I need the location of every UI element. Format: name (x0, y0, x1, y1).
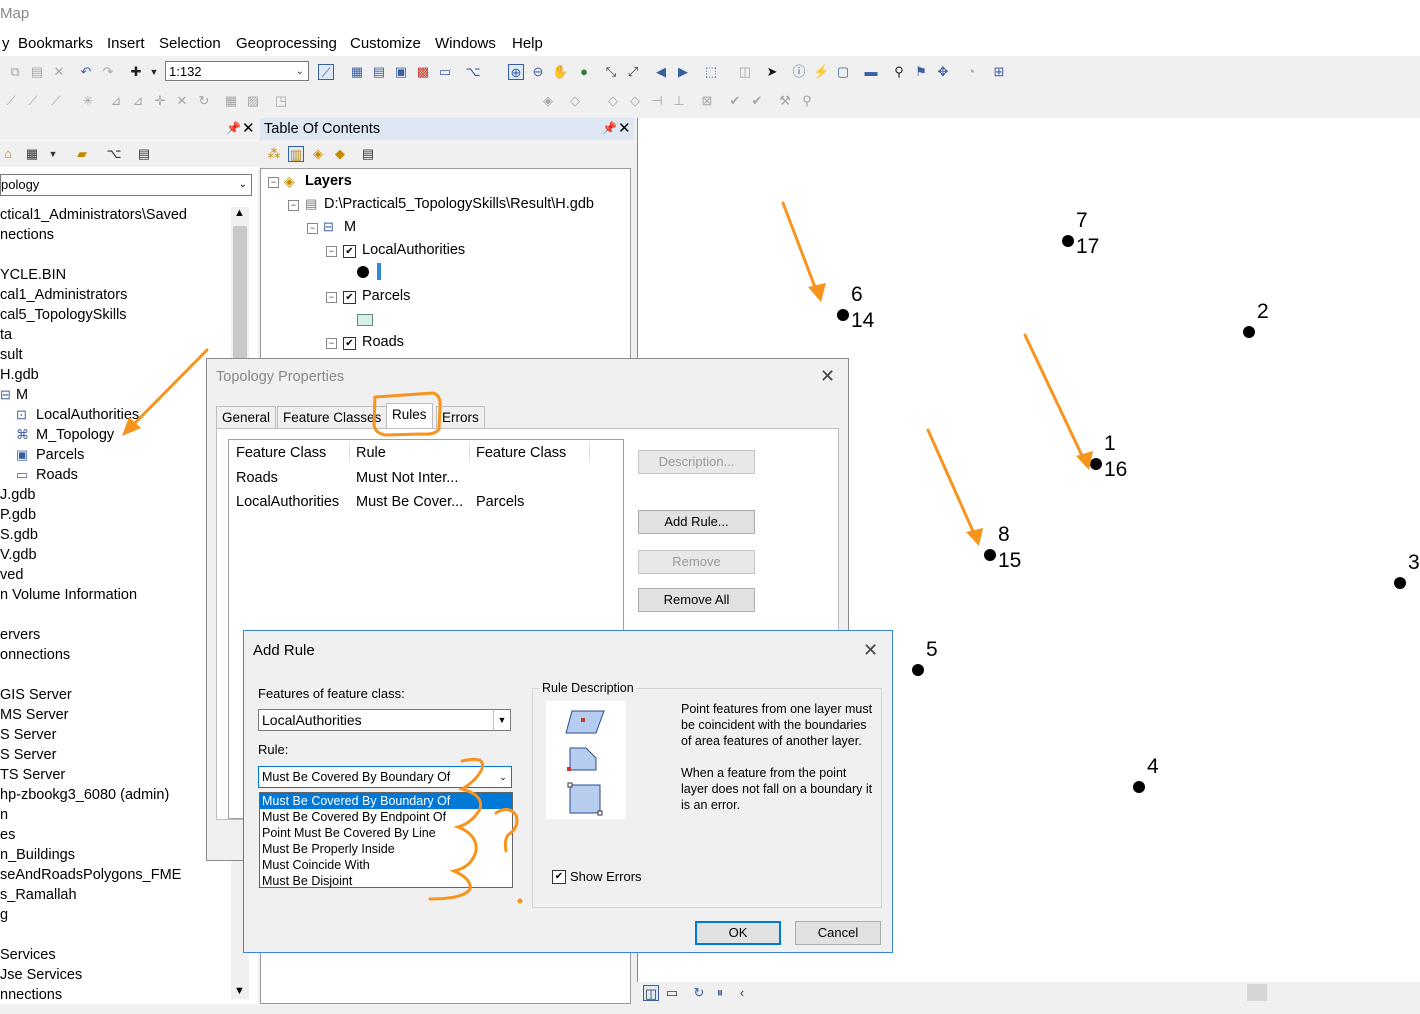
annotation-rules-highlight (372, 391, 442, 437)
rule-description-paragraph: When a feature from the point layer does… (681, 766, 873, 812)
close-icon[interactable]: ✕ (820, 366, 835, 387)
ok-button[interactable]: OK (695, 921, 781, 945)
arrowhead (1076, 451, 1093, 470)
rule-row-2-class[interactable]: LocalAuthorities (236, 494, 339, 510)
close-icon[interactable]: ✕ (863, 640, 878, 661)
show-errors-label[interactable]: Show Errors (570, 869, 642, 884)
features-label: Features of feature class: (258, 686, 405, 701)
annotation-arrow (1023, 333, 1087, 464)
remove-all-button[interactable]: Remove All (638, 588, 755, 612)
column-header-rule[interactable]: Rule (356, 445, 386, 461)
column-header-feature-class-2[interactable]: Feature Class (476, 445, 566, 461)
annotation-question-scribble (428, 757, 523, 904)
annotation-arrow (926, 428, 978, 540)
annotation-arrow (128, 348, 209, 430)
add-rule-button[interactable]: Add Rule... (638, 510, 755, 534)
column-divider[interactable] (469, 442, 470, 462)
rule-value: Must Be Covered By Boundary Of (262, 770, 451, 784)
rule-row-2-rule[interactable]: Must Be Cover... (356, 494, 463, 510)
arrowhead (808, 283, 826, 302)
description-button[interactable]: Description... (638, 450, 755, 474)
add-rule-dialog: Add Rule ✕ Features of feature class: Lo… (243, 630, 893, 953)
rule-description-text: Point features from one layer must be co… (681, 701, 876, 813)
column-divider[interactable] (589, 442, 590, 462)
chevron-down-icon[interactable]: ▼ (493, 710, 510, 730)
rule-row-2-class-2[interactable]: Parcels (476, 494, 524, 510)
rule-row-1-rule[interactable]: Must Not Inter... (356, 470, 458, 486)
tab-general[interactable]: General (216, 406, 277, 428)
annotation-arrow (781, 201, 820, 297)
rule-description-label: Rule Description (540, 681, 636, 695)
column-header-feature-class[interactable]: Feature Class (236, 445, 326, 461)
rule-illustration (546, 701, 626, 819)
feature-class-select[interactable]: LocalAuthorities ▼ (258, 709, 511, 731)
rule-description-paragraph: Point features from one layer must be co… (681, 702, 873, 748)
cancel-button[interactable]: Cancel (795, 921, 881, 945)
rule-label: Rule: (258, 742, 289, 757)
arrowhead (966, 528, 983, 546)
dialog-title: Topology Properties (216, 369, 345, 385)
dialog-title: Add Rule (253, 642, 315, 659)
rule-description-group: Rule Description Point features from one… (532, 681, 882, 908)
show-errors-checkbox[interactable]: ✔ (552, 870, 566, 884)
rule-row-1-class[interactable]: Roads (236, 470, 278, 486)
feature-class-value: LocalAuthorities (262, 712, 362, 728)
remove-button[interactable]: Remove (638, 550, 755, 574)
column-divider[interactable] (349, 442, 350, 462)
